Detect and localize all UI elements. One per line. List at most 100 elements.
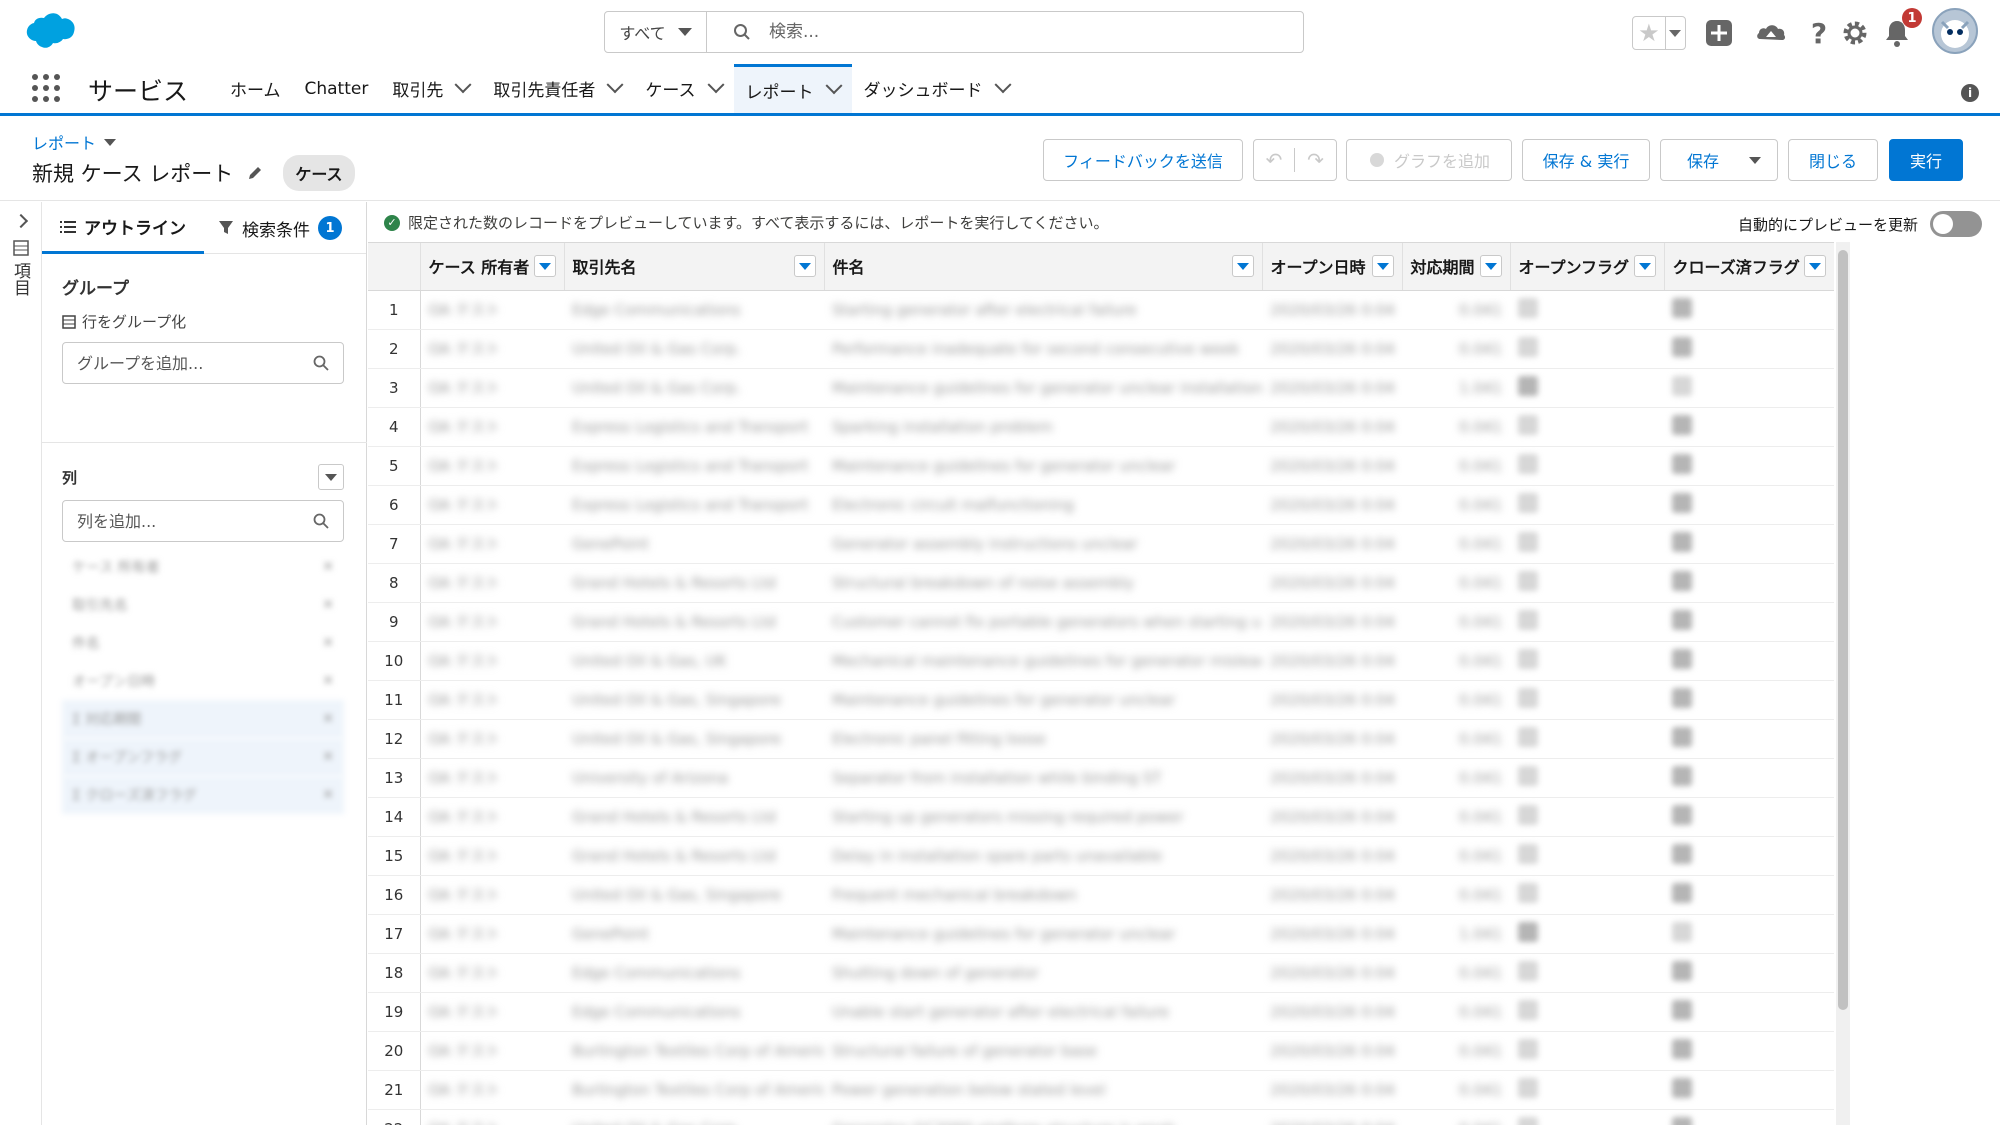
column-list-item[interactable]: 取引先名 ✕	[62, 586, 344, 624]
pencil-icon[interactable]	[247, 165, 263, 181]
search-field[interactable]	[707, 12, 1303, 52]
cell-subject: Structural breakdown of noise assembly	[824, 563, 1262, 603]
column-menu-button[interactable]	[793, 255, 816, 278]
table-scrollbar[interactable]	[1836, 242, 1850, 1125]
tab-outline[interactable]: アウトライン	[42, 202, 204, 254]
chevron-right-icon[interactable]	[13, 213, 29, 229]
column-menu-button[interactable]	[1231, 255, 1254, 278]
fields-rail[interactable]: 項目	[0, 202, 42, 1125]
column-header[interactable]: 取引先名	[564, 243, 825, 291]
auto-preview-toggle[interactable]	[1930, 211, 1983, 237]
breadcrumb-label[interactable]: レポート	[32, 130, 96, 154]
chevron-down-icon[interactable]	[104, 138, 117, 146]
column-menu-button[interactable]	[1479, 255, 1502, 278]
column-header[interactable]: オープンフラグ	[1510, 243, 1665, 291]
cell-closed-flag	[1664, 758, 1834, 798]
search-input[interactable]	[769, 22, 1269, 42]
remove-icon[interactable]: ✕	[322, 749, 334, 765]
nav-item-home[interactable]: ホーム	[218, 64, 293, 113]
save-button-group[interactable]: 保存	[1660, 139, 1778, 181]
nav-item-chatter[interactable]: Chatter	[293, 64, 381, 113]
nav-item-reports[interactable]: レポート	[733, 64, 852, 113]
global-actions-button[interactable]	[1700, 14, 1738, 52]
column-menu-button[interactable]	[1803, 255, 1826, 278]
search-scope-dropdown[interactable]: すべて	[605, 12, 707, 52]
checkbox-icon	[1518, 336, 1538, 357]
remove-icon[interactable]: ✕	[322, 787, 334, 803]
global-header: すべて ★ ? 1	[0, 0, 2000, 64]
nav-item-accounts[interactable]: 取引先	[380, 64, 481, 113]
column-list-item[interactable]: Σ 対応期間 ✕	[62, 700, 344, 738]
add-column-input[interactable]	[77, 511, 297, 531]
column-header[interactable]: ケース 所有者	[420, 243, 565, 291]
chevron-down-icon[interactable]	[454, 75, 472, 93]
column-header[interactable]: クローズ済フラグ	[1664, 243, 1834, 291]
cell-open-flag	[1510, 875, 1664, 915]
trailhead-button[interactable]	[1752, 14, 1790, 52]
favorites-list-button[interactable]	[1666, 29, 1685, 37]
close-button[interactable]: 閉じる	[1788, 139, 1878, 181]
chevron-down-icon[interactable]	[606, 75, 624, 93]
section-divider	[42, 442, 367, 443]
cell-open-flag	[1510, 524, 1664, 564]
column-list-item-label: 取引先名	[72, 598, 128, 614]
star-icon[interactable]: ★	[1633, 17, 1666, 49]
checkbox-icon	[1672, 1116, 1692, 1125]
remove-icon[interactable]: ✕	[322, 597, 334, 613]
favorites-button[interactable]: ★	[1632, 16, 1686, 50]
app-launcher-icon[interactable]	[32, 74, 60, 102]
column-list-item[interactable]: オープン日時 ✕	[62, 662, 344, 700]
setup-button[interactable]	[1836, 14, 1874, 52]
column-menu-button[interactable]	[1633, 255, 1656, 278]
help-button[interactable]: ?	[1800, 14, 1838, 52]
add-chart-button[interactable]: グラフを追加	[1346, 139, 1512, 181]
panel-tabs: アウトライン 検索条件 1	[42, 202, 366, 254]
notification-badge: 1	[1902, 8, 1922, 28]
info-icon[interactable]: i	[1961, 84, 1979, 102]
column-list-item[interactable]: 件名 ✕	[62, 624, 344, 662]
remove-icon[interactable]: ✕	[322, 673, 334, 689]
column-header[interactable]: 対応期間	[1402, 243, 1511, 291]
run-button[interactable]: 実行	[1889, 139, 1963, 181]
chevron-down-icon[interactable]	[1749, 156, 1761, 164]
column-list-item[interactable]: Σ オープンフラグ ✕	[62, 738, 344, 776]
cell-case-owner: OA テスト	[420, 836, 564, 876]
nav-item-label: Chatter	[304, 78, 369, 99]
column-menu-button[interactable]	[1371, 255, 1394, 278]
tab-filters[interactable]: 検索条件 1	[204, 202, 356, 254]
add-column-field[interactable]	[62, 500, 344, 542]
salesforce-logo-icon[interactable]	[20, 12, 78, 52]
cell-open-flag	[1510, 602, 1664, 642]
breadcrumb[interactable]: レポート	[32, 130, 117, 154]
cell-closed-flag	[1664, 914, 1834, 954]
checkbox-icon	[1518, 414, 1538, 435]
column-menu-button[interactable]	[533, 255, 556, 278]
send-feedback-button[interactable]: フィードバックを送信	[1043, 139, 1243, 181]
column-list-item[interactable]: ケース 所有者 ✕	[62, 548, 344, 586]
chevron-down-icon[interactable]	[994, 75, 1011, 93]
nav-item-cases[interactable]: ケース	[633, 64, 733, 113]
chevron-down-icon[interactable]	[825, 77, 842, 95]
column-header[interactable]: 件名	[824, 243, 1263, 291]
column-list-item[interactable]: Σ クローズ済フラグ ✕	[62, 776, 344, 814]
notifications-button[interactable]: 1	[1878, 8, 1922, 52]
filter-count-badge: 1	[318, 216, 342, 240]
fields-rail-label[interactable]: 項目	[8, 240, 33, 296]
checkbox-icon	[1518, 570, 1538, 591]
redo-icon[interactable]: ↷	[1295, 148, 1336, 172]
columns-menu-button[interactable]	[318, 464, 344, 490]
undo-icon[interactable]: ↶	[1254, 148, 1296, 172]
column-header[interactable]: オープン日時	[1262, 243, 1403, 291]
add-group-input[interactable]	[77, 353, 297, 373]
add-group-field[interactable]	[62, 342, 344, 384]
scrollbar-thumb[interactable]	[1838, 250, 1848, 1010]
chevron-down-icon[interactable]	[707, 75, 724, 93]
save-button[interactable]: 保存	[1687, 148, 1719, 172]
remove-icon[interactable]: ✕	[322, 711, 334, 727]
user-avatar[interactable]	[1932, 8, 1978, 54]
remove-icon[interactable]: ✕	[322, 559, 334, 575]
nav-item-dashboards[interactable]: ダッシュボード	[852, 64, 1021, 113]
save-and-run-button[interactable]: 保存 & 実行	[1522, 139, 1650, 181]
nav-item-contacts[interactable]: 取引先責任者	[481, 64, 633, 113]
remove-icon[interactable]: ✕	[322, 635, 334, 651]
